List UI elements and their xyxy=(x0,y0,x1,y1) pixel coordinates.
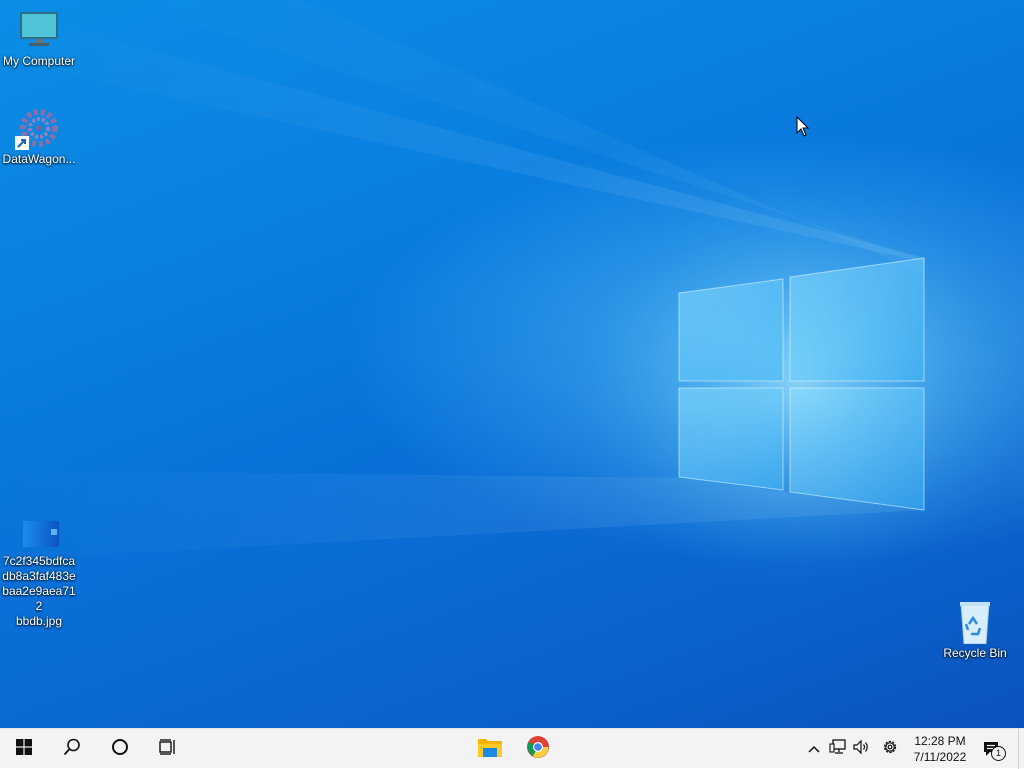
taskbar: 12:28 PM 7/11/2022 1 xyxy=(0,728,1024,769)
gear-cluster-shortcut-icon xyxy=(15,106,63,150)
desktop-icon-label: My Computer xyxy=(2,54,76,68)
search-icon xyxy=(63,738,81,761)
taskbar-app-chrome[interactable] xyxy=(514,729,562,769)
show-desktop-button[interactable] xyxy=(1018,729,1024,769)
show-hidden-icons-button[interactable] xyxy=(802,729,826,769)
network-tray-button[interactable] xyxy=(826,729,850,769)
image-file-icon xyxy=(15,514,63,552)
cortana-button[interactable] xyxy=(96,729,144,769)
desktop-icon-label: 7c2f345bdfca db8a3faf483e baa2e9aea712 b… xyxy=(2,554,76,628)
volume-icon xyxy=(853,739,871,760)
monitor-icon xyxy=(15,8,63,52)
clock-time: 12:28 PM xyxy=(914,734,966,748)
windows-logo-icon xyxy=(16,738,32,760)
action-center-icon: 1 xyxy=(982,739,1006,761)
desktop-icon-label: DataWagon... xyxy=(2,152,76,166)
start-button[interactable] xyxy=(0,729,48,769)
clock-date: 7/11/2022 xyxy=(913,750,967,764)
file-explorer-icon xyxy=(477,736,503,763)
desktop-icon-recycle-bin[interactable]: Recycle Bin xyxy=(937,600,1013,661)
desktop[interactable]: My Computer DataWagon... 7c2f345bdfca db… xyxy=(0,0,1024,728)
desktop-icon-label: Recycle Bin xyxy=(943,646,1007,660)
search-button[interactable] xyxy=(48,729,96,769)
task-view-button[interactable] xyxy=(144,729,192,769)
settings-gear-icon xyxy=(881,738,899,761)
taskbar-app-file-explorer[interactable] xyxy=(466,729,514,769)
desktop-icon-my-computer[interactable]: My Computer xyxy=(1,8,77,69)
network-icon xyxy=(829,738,847,760)
action-center-button[interactable]: 1 xyxy=(970,729,1014,769)
task-view-icon xyxy=(159,738,177,760)
volume-tray-button[interactable] xyxy=(850,729,874,769)
wallpaper xyxy=(0,0,1024,585)
desktop-icon-datawagon[interactable]: DataWagon... xyxy=(1,106,77,167)
cortana-circle-icon xyxy=(111,738,129,761)
mouse-cursor-icon xyxy=(796,115,810,143)
recycle-bin-icon xyxy=(951,600,999,645)
chevron-up-icon xyxy=(808,740,820,758)
notification-count-badge: 1 xyxy=(991,746,1006,761)
desktop-icon-image-file[interactable]: 7c2f345bdfca db8a3faf483e baa2e9aea712 b… xyxy=(1,514,77,629)
chrome-icon xyxy=(526,735,550,764)
